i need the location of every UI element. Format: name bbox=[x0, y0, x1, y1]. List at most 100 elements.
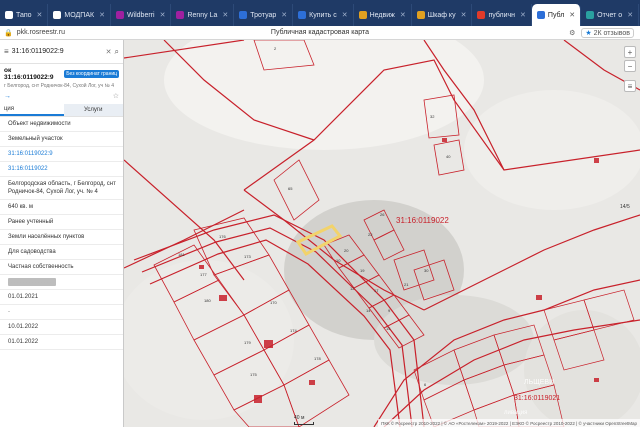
attribute-row[interactable]: 31:16:0119022:9 bbox=[0, 147, 123, 162]
browser-tab[interactable]: Публ ✕ bbox=[531, 4, 582, 26]
lock-icon: 🔒 bbox=[4, 29, 13, 37]
tab-label: Тапо bbox=[16, 11, 32, 19]
tab-close-icon[interactable]: ✕ bbox=[627, 11, 633, 19]
search-icon[interactable]: ⌕ bbox=[115, 47, 119, 57]
browser-tab[interactable]: Renny La ✕ bbox=[171, 4, 235, 26]
attribute-row[interactable]: 31:16:0119022 bbox=[0, 162, 123, 177]
parcel-number: 10 bbox=[336, 258, 341, 263]
tab-label: Публ bbox=[547, 11, 565, 19]
parcel-number: 65 bbox=[288, 186, 293, 191]
menu-icon[interactable]: ≡ bbox=[4, 47, 9, 56]
map-canvas[interactable]: 31:16:0119022 31:16:0119021 14/5 ЛЬЩЕВИ … bbox=[124, 40, 640, 427]
wash-label-2: ливация bbox=[504, 410, 527, 416]
attribute-row: 01.01.2021 bbox=[0, 290, 123, 305]
search-input[interactable] bbox=[11, 48, 103, 55]
address-bar: 🔒 pkk.rosreestr.ru Публичная кадастровая… bbox=[0, 26, 640, 40]
parcel-number: 26 bbox=[380, 212, 385, 217]
tab-close-icon[interactable]: ✕ bbox=[461, 11, 467, 19]
tab-close-icon[interactable]: ✕ bbox=[160, 11, 166, 19]
attribute-value: 31:16:0119022:9 bbox=[8, 151, 53, 157]
tab-label: Шкаф ку bbox=[427, 11, 456, 19]
tab-favicon-icon bbox=[536, 11, 545, 19]
attribute-row: Белгородская область, г Белгород, снт Ро… bbox=[0, 177, 123, 200]
tab-close-icon[interactable]: ✕ bbox=[520, 11, 526, 19]
attribute-row: Объект недвижимости bbox=[0, 117, 123, 132]
page-title: Публичная кадастровая карта bbox=[270, 29, 370, 36]
parcel-number: 176 bbox=[219, 234, 226, 239]
parcel-number: 40 bbox=[446, 154, 451, 159]
quarter-label-edge: 14/5 bbox=[620, 204, 630, 210]
attribute-value: Земли населённых пунктов bbox=[8, 234, 85, 240]
tab-close-icon[interactable]: ✕ bbox=[281, 11, 287, 19]
attribute-value: Ранее учтенный bbox=[8, 219, 54, 225]
tab-label: Купить с bbox=[309, 11, 337, 19]
browser-tab-strip: Тапо ✕ МОДПАК ✕ Wildberri ✕ Renny La ✕ Тротуар ✕ К… bbox=[0, 0, 640, 26]
back-arrow-icon[interactable]: → bbox=[4, 93, 11, 100]
reviews-badge[interactable]: ★ 2К отзывов bbox=[581, 27, 634, 38]
tab-label: Тротуар bbox=[250, 11, 277, 19]
browser-tab[interactable]: Купить с ✕ bbox=[293, 4, 354, 26]
browser-tab[interactable]: Недвиж ✕ bbox=[354, 4, 412, 26]
search-bar: ≡ ✕ ⌕ bbox=[0, 40, 123, 64]
parcel-number: 19 bbox=[360, 268, 365, 273]
clear-icon[interactable]: ✕ bbox=[106, 48, 112, 56]
reviews-label: 2К отзывов bbox=[593, 29, 630, 37]
attribute-row: Земли населённых пунктов bbox=[0, 230, 123, 245]
tab-favicon-icon bbox=[53, 11, 62, 19]
browser-tab[interactable]: публичн ✕ bbox=[472, 4, 532, 26]
url-field[interactable]: pkk.rosreestr.ru bbox=[17, 29, 65, 36]
wash-label: ЛЬЩЕВИ bbox=[524, 379, 554, 386]
attribute-value: Земельный участок bbox=[8, 136, 63, 142]
tab-close-icon[interactable]: ✕ bbox=[569, 11, 575, 19]
quarter-label-main: 31:16:0119022 bbox=[396, 216, 449, 225]
map-scale: 40 м bbox=[294, 415, 314, 425]
attribute-value: Объект недвижимости bbox=[8, 121, 71, 127]
tab-close-icon[interactable]: ✕ bbox=[400, 11, 406, 19]
terrain-layer bbox=[124, 40, 640, 427]
browser-tab[interactable]: Тапо ✕ bbox=[0, 4, 49, 26]
parcel-number: 20 bbox=[344, 248, 349, 253]
parcel-number: 181 bbox=[178, 252, 185, 257]
tab-favicon-icon bbox=[358, 11, 367, 19]
quarter-label-south: 31:16:0119021 bbox=[514, 395, 560, 402]
tab-close-icon[interactable]: ✕ bbox=[99, 11, 105, 19]
parcel-number: 178 bbox=[314, 356, 321, 361]
parcel-number: 177 bbox=[200, 272, 207, 277]
tab-close-icon[interactable]: ✕ bbox=[37, 11, 43, 19]
tab-close-icon[interactable]: ✕ bbox=[342, 11, 348, 19]
tab-services[interactable]: Услуги bbox=[63, 104, 123, 116]
favorite-star-icon[interactable]: ☆ bbox=[113, 92, 119, 100]
parcel-number: 173 bbox=[244, 254, 251, 259]
browser-tab[interactable]: Шкаф ку ✕ bbox=[412, 4, 473, 26]
tab-label: Renny La bbox=[187, 11, 218, 19]
layers-button[interactable]: ≡ bbox=[624, 80, 636, 92]
attribute-value: 10.01.2022 bbox=[8, 324, 39, 330]
attribute-row: - bbox=[0, 305, 123, 320]
zoom-out-button[interactable]: − bbox=[624, 60, 636, 72]
zoom-in-button[interactable]: + bbox=[624, 46, 636, 58]
panel-tabs: ция Услуги bbox=[0, 104, 123, 117]
browser-tab[interactable]: Отчет о ✕ bbox=[581, 4, 640, 26]
tab-label: МОДПАК bbox=[64, 11, 95, 19]
attribute-row: Частная собственность bbox=[0, 260, 123, 275]
extensions-icon[interactable]: ⚙ bbox=[569, 29, 575, 37]
tab-information[interactable]: ция bbox=[0, 104, 64, 116]
object-title: ок 31:16:0119022:9 bbox=[4, 67, 54, 81]
browser-tab[interactable]: Wildberri ✕ bbox=[111, 4, 172, 26]
attribute-value: 01.01.2021 bbox=[8, 294, 39, 300]
tab-label: публичн bbox=[488, 11, 516, 19]
object-info-panel: ≡ ✕ ⌕ ок 31:16:0119022:9 Без координат г… bbox=[0, 40, 124, 427]
star-icon: ★ bbox=[585, 29, 592, 37]
cadastral-map[interactable]: 31:16:0119022 31:16:0119021 14/5 ЛЬЩЕВИ … bbox=[124, 40, 640, 427]
tab-favicon-icon bbox=[477, 11, 486, 19]
attribute-row: Ранее учтенный bbox=[0, 215, 123, 230]
parcel-number: 30 bbox=[424, 268, 429, 273]
tab-favicon-icon bbox=[176, 11, 185, 19]
browser-tab[interactable]: МОДПАК ✕ bbox=[48, 4, 111, 26]
tab-favicon-icon bbox=[239, 11, 248, 19]
tab-favicon-icon bbox=[5, 11, 13, 19]
browser-tab[interactable]: Тротуар ✕ bbox=[234, 4, 294, 26]
no-borders-badge: Без координат границ bbox=[64, 70, 119, 78]
tab-close-icon[interactable]: ✕ bbox=[222, 11, 228, 19]
object-attributes-list: Объект недвижимости Земельный участок 31:1… bbox=[0, 117, 123, 350]
